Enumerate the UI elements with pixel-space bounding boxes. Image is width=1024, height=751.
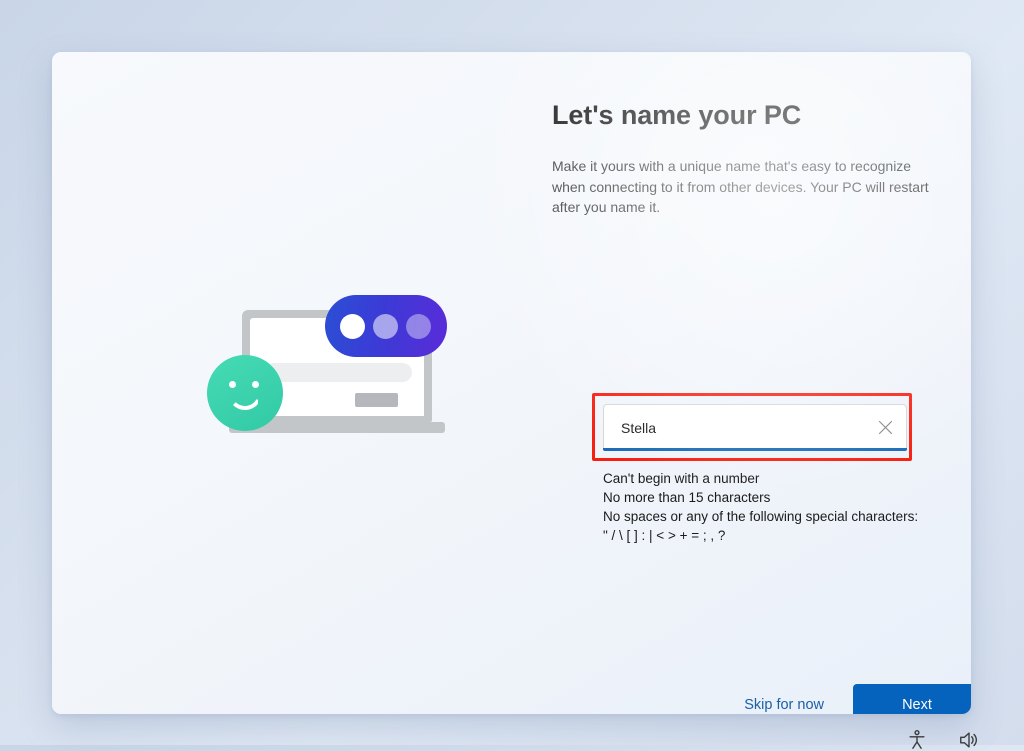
system-tray [906,729,980,751]
accessibility-icon[interactable] [906,729,928,751]
next-button[interactable]: Next [853,684,971,714]
oobe-card: Let's name your PC Make it yours with a … [52,52,971,714]
pc-name-input[interactable] [604,405,868,450]
close-icon [878,420,892,435]
chat-dot-1 [340,314,365,339]
skip-for-now-button[interactable]: Skip for now [742,693,826,714]
smiley-eye-left [229,381,236,388]
smiley-eye-right [252,381,259,388]
pc-name-input-row[interactable] [603,404,907,450]
chat-bubble-shape [325,295,447,357]
smiley-face-icon [207,355,283,431]
chat-dot-2 [373,314,398,339]
validation-rule: No spaces or any of the following specia… [603,509,919,524]
chat-dot-3 [406,314,431,339]
page-title: Let's name your PC [552,100,802,130]
volume-icon[interactable] [958,729,980,751]
page-description: Make it yours with a unique name that's … [552,158,929,215]
input-focus-underline [603,448,907,451]
validation-rule: " / \ [ ] : | < > + = ; , ? [603,528,726,543]
validation-rule: No more than 15 characters [603,490,771,505]
laptop-screen-button-shape [355,393,398,407]
footer-actions: Skip for now Next [592,684,971,714]
validation-rules-list: Can't begin with a number No more than 1… [603,469,971,545]
pc-name-field-highlight [592,393,912,461]
laptop-chat-smiley-illustration [202,295,462,475]
laptop-screen-input-bar-shape [264,363,412,382]
clear-name-button[interactable] [868,405,902,450]
content-column: Let's name your PC Make it yours with a … [552,100,942,218]
validation-rule: Can't begin with a number [603,471,760,486]
smiley-mouth [228,393,262,410]
